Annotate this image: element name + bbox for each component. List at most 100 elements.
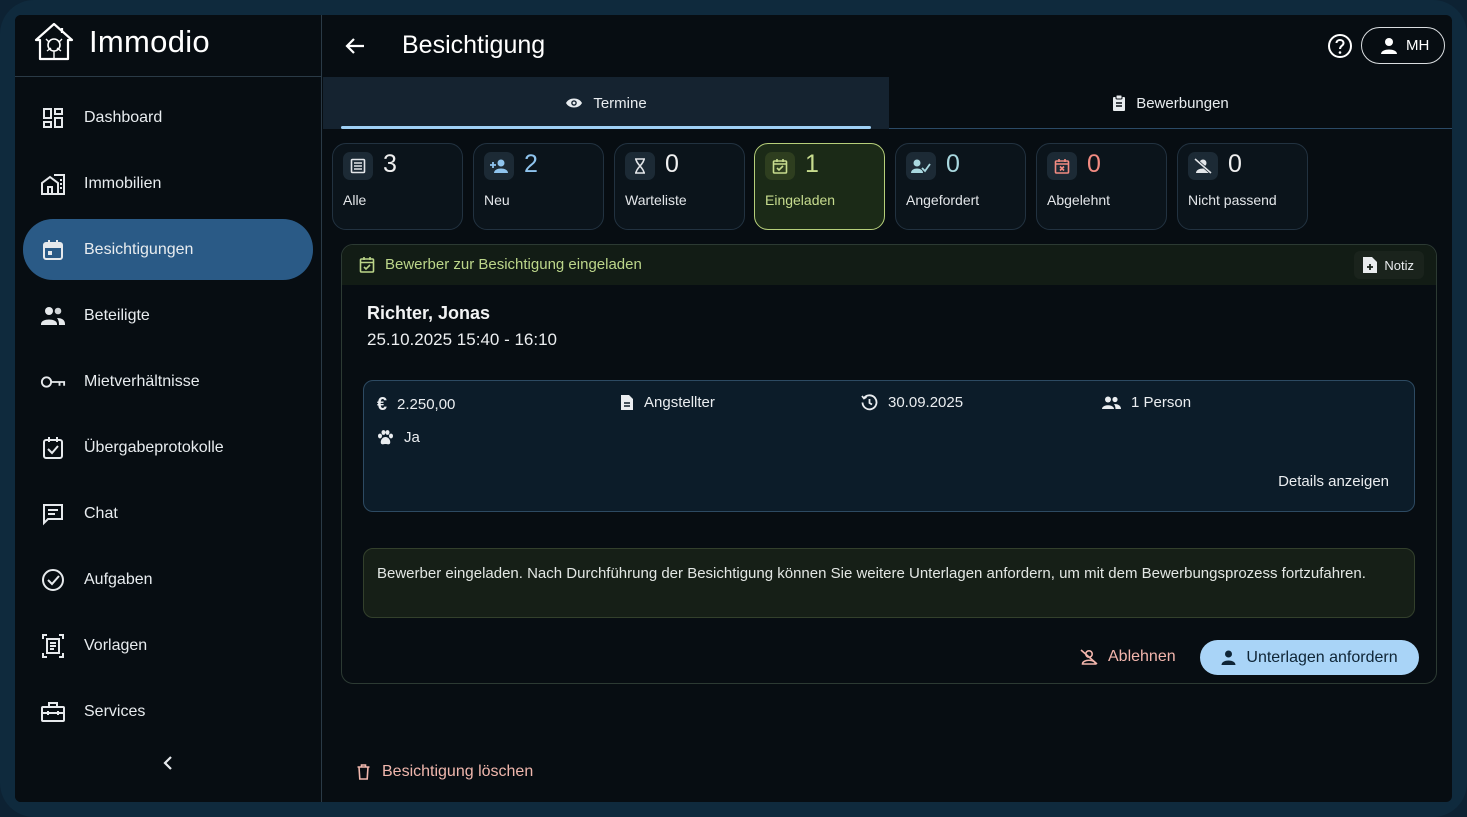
info-value: Ja: [404, 429, 420, 446]
filter-label: Angefordert: [906, 192, 980, 208]
paw-icon: [378, 429, 393, 444]
person-add-icon: [484, 152, 514, 180]
sidebar-item-label: Services: [84, 702, 146, 720]
people-icon: [40, 303, 66, 329]
list-icon: [343, 152, 373, 180]
tab-termine[interactable]: Termine: [323, 77, 889, 129]
app-name: Immodio: [89, 24, 210, 59]
filter-label: Neu: [484, 192, 510, 208]
calendar-x-icon: [1047, 152, 1077, 180]
sidebar-item-label: Mietverhältnisse: [84, 372, 200, 390]
sidebar-item-label: Vorlagen: [84, 636, 148, 654]
calendar-icon: [40, 237, 66, 263]
sidebar-item-uebergabeprotokolle[interactable]: Übergabeprotokolle: [23, 417, 313, 478]
filter-count: 0: [1087, 150, 1101, 178]
checkbox-calendar-icon: [40, 435, 66, 461]
filter-card-warteliste[interactable]: 0 Warteliste: [614, 143, 745, 230]
hourglass-icon: [625, 152, 655, 180]
filter-card-eingeladen[interactable]: 1 Eingeladen: [754, 143, 885, 230]
sidebar-item-vorlagen[interactable]: Vorlagen: [23, 615, 313, 676]
tab-bewerbungen[interactable]: Bewerbungen: [889, 77, 1452, 129]
filter-count: 0: [1228, 150, 1242, 178]
sidebar-nav: Dashboard Immobilien Besichtigungen Bete…: [23, 87, 313, 747]
note-add-icon: [1363, 257, 1378, 273]
panel-heading: Bewerber zur Besichtigung eingeladen: [385, 256, 642, 273]
toolbox-icon: [40, 699, 66, 725]
sidebar-item-label: Übergabeprotokolle: [84, 438, 224, 456]
info-value: 1 Person: [1131, 394, 1192, 411]
filter-count: 2: [524, 150, 538, 178]
tab-label: Bewerbungen: [1136, 94, 1229, 112]
filter-card-angefordert[interactable]: 0 Angefordert: [895, 143, 1026, 230]
people-icon: [1102, 396, 1121, 409]
sidebar-item-services[interactable]: Services: [23, 681, 313, 742]
building-icon: [40, 171, 66, 197]
person-off-icon: [1080, 649, 1098, 665]
status-notice: Bewerber eingeladen. Nach Durchführung d…: [363, 548, 1415, 618]
sidebar-item-immobilien[interactable]: Immobilien: [23, 153, 313, 214]
info-pets: Ja: [377, 429, 420, 446]
add-note-button[interactable]: Notiz: [1354, 251, 1424, 279]
chat-icon: [40, 501, 66, 527]
person-icon: [1381, 37, 1397, 54]
person-check-icon: [906, 152, 936, 180]
sidebar-item-label: Besichtigungen: [84, 240, 194, 258]
info-move-date: 30.09.2025: [861, 394, 963, 411]
sidebar-item-chat[interactable]: Chat: [23, 483, 313, 544]
collapse-sidebar-button[interactable]: [155, 750, 181, 776]
filter-card-abgelehnt[interactable]: 0 Abgelehnt: [1036, 143, 1167, 230]
filter-count: 1: [805, 150, 819, 178]
sidebar-item-label: Immobilien: [84, 174, 162, 192]
filter-card-alle[interactable]: 3 Alle: [332, 143, 463, 230]
dashboard-icon: [40, 105, 66, 131]
eye-icon: [566, 98, 583, 108]
person-off-icon: [1188, 152, 1218, 180]
details-button[interactable]: Details anzeigen: [1278, 473, 1389, 490]
filter-count: 0: [665, 150, 679, 178]
appointment-datetime: 25.10.2025 15:40 - 16:10: [367, 330, 557, 349]
chevron-left-icon: [163, 756, 172, 770]
sidebar-item-label: Chat: [84, 504, 118, 522]
filter-card-neu[interactable]: 2 Neu: [473, 143, 604, 230]
sidebar-item-mietverhaeltnisse[interactable]: Mietverhältnisse: [23, 351, 313, 412]
filter-label: Nicht passend: [1188, 192, 1277, 208]
sidebar-item-aufgaben[interactable]: Aufgaben: [23, 549, 313, 610]
delete-label: Besichtigung löschen: [382, 763, 534, 780]
user-menu-button[interactable]: MH: [1361, 27, 1445, 64]
sidebar: Immodio Dashboard Immobilien Besichtigun…: [15, 15, 322, 802]
sidebar-item-besichtigungen[interactable]: Besichtigungen: [23, 219, 313, 280]
filter-card-nicht-passend[interactable]: 0 Nicht passend: [1177, 143, 1308, 230]
help-icon[interactable]: [1327, 33, 1353, 59]
info-occupation: Angstellter: [620, 394, 715, 411]
filter-label: Eingeladen: [765, 192, 836, 208]
reject-label: Ablehnen: [1108, 648, 1176, 665]
sidebar-item-label: Dashboard: [84, 108, 163, 126]
info-rent: € 2.250,00: [377, 394, 455, 415]
request-documents-button[interactable]: Unterlagen anfordern: [1200, 640, 1419, 675]
restore-clock-icon: [861, 394, 878, 411]
document-icon: [621, 395, 633, 410]
header: Besichtigung MH: [323, 15, 1452, 77]
filter-label: Warteliste: [625, 192, 687, 208]
filter-count: 3: [383, 150, 397, 178]
clipboard-icon: [1113, 95, 1126, 111]
sidebar-item-dashboard[interactable]: Dashboard: [23, 87, 313, 148]
note-label: Notiz: [1384, 257, 1414, 273]
calendar-check-icon: [359, 257, 375, 273]
user-initials: MH: [1406, 37, 1430, 54]
filter-label: Abgelehnt: [1047, 192, 1111, 208]
trash-icon: [357, 764, 370, 780]
info-value: 30.09.2025: [888, 394, 964, 411]
sidebar-item-label: Beteiligte: [84, 306, 150, 324]
back-arrow-icon[interactable]: [343, 34, 367, 58]
active-tab-indicator: [341, 126, 871, 129]
sidebar-item-beteiligte[interactable]: Beteiligte: [23, 285, 313, 346]
info-persons: 1 Person: [1102, 394, 1191, 411]
template-icon: [40, 633, 66, 659]
info-value: Angstellter: [644, 394, 715, 411]
check-circle-icon: [40, 567, 66, 593]
delete-viewing-button[interactable]: Besichtigung löschen: [357, 763, 533, 781]
reject-button[interactable]: Ablehnen: [1080, 640, 1176, 674]
app-screen: Immodio Dashboard Immobilien Besichtigun…: [15, 15, 1452, 802]
tab-label: Termine: [593, 94, 647, 112]
